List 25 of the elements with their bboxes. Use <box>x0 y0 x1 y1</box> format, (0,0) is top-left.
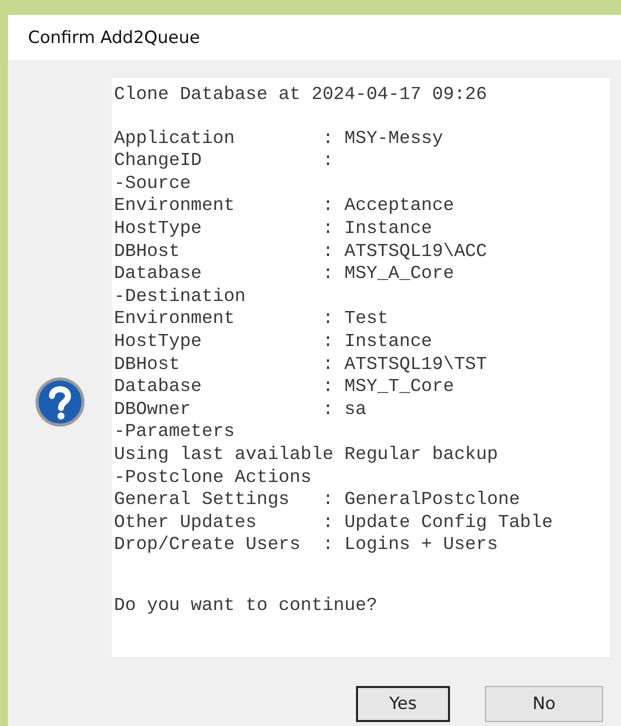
message-line: ChangeID : <box>114 150 334 173</box>
question-icon <box>35 377 85 427</box>
message-line: HostType : Instance <box>114 330 434 354</box>
message-line: Other Updates : Update Config Table <box>114 512 554 534</box>
message-line: Clone Database at 2024-04-17 09:26 <box>114 84 488 107</box>
message-line: -Parameters <box>114 421 236 444</box>
dialog-button[interactable]: No <box>485 686 603 722</box>
message-line: DBHost : ATSTSQL19\ACC <box>114 240 488 264</box>
message-line: Application : MSY-Messy <box>114 128 444 150</box>
dialog-button[interactable]: Yes <box>356 686 450 722</box>
message-line: HostType : Instance <box>114 218 434 241</box>
window-title: Confirm Add2Queue <box>8 15 621 60</box>
message-line: Database : MSY_T_Core <box>114 376 456 399</box>
message-line: Drop/Create Users : Logins + Users <box>114 534 499 557</box>
message-line: Environment : Acceptance <box>114 195 456 218</box>
message-line: Environment : Test <box>114 308 390 331</box>
message-line: DBHost : ATSTSQL19\TST <box>114 354 488 376</box>
message-line: Do you want to continue? <box>114 594 378 618</box>
message-line: -Postclone Actions <box>114 466 312 490</box>
message-line: Database : MSY_A_Core <box>114 263 456 286</box>
message-line: DBOwner : sa <box>114 398 368 422</box>
message-line: -Source <box>114 172 192 196</box>
message-line: Using last available Regular backup <box>114 444 499 466</box>
message-line: -Destination <box>114 286 247 308</box>
message-line: General Settings : GeneralPostclone <box>114 489 521 512</box>
